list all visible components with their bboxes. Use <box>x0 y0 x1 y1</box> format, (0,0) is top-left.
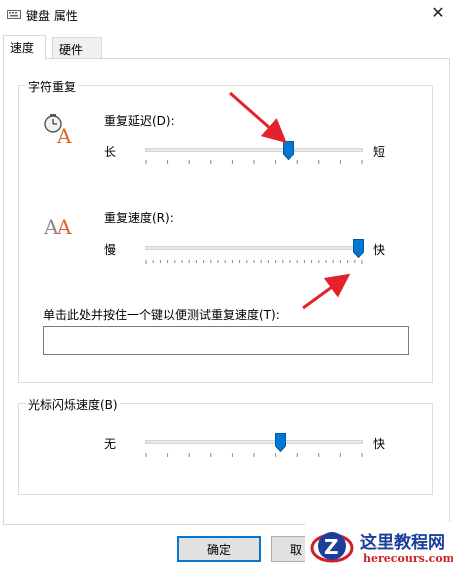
keyboard-icon <box>7 10 21 19</box>
repeat-rate-track[interactable] <box>145 246 363 250</box>
repeat-delay-label: 重复延迟(D): <box>104 114 175 128</box>
svg-text:Z: Z <box>324 535 339 559</box>
ok-button[interactable]: 确定 <box>177 536 261 562</box>
repeat-test-label: 单击此处并按住一个键以便测试重复速度(T): <box>43 308 280 322</box>
tab-speed[interactable]: 速度 <box>3 35 46 60</box>
cursor-blink-slider-thumb[interactable] <box>274 433 286 452</box>
close-icon: ✕ <box>431 2 445 22</box>
svg-text:A: A <box>56 124 72 146</box>
repeat-delay-max-label: 短 <box>373 145 386 159</box>
svg-text:A: A <box>56 215 72 238</box>
repeat-rate-ticks <box>145 260 363 264</box>
tab-hardware[interactable]: 硬件 <box>52 37 102 59</box>
watermark-subtitle: herecours.com <box>363 552 453 565</box>
close-button[interactable]: ✕ <box>423 0 453 24</box>
repeat-rate-max-label: 快 <box>373 243 386 257</box>
repeat-delay-slider-thumb[interactable] <box>283 141 295 160</box>
repeat-test-input[interactable] <box>43 326 409 355</box>
watermark-title: 这里教程网 <box>360 533 445 553</box>
repeat-rate-icon: A A <box>44 215 72 238</box>
repeat-delay-min-label: 长 <box>104 145 117 159</box>
cursor-blink-max-label: 快 <box>373 437 386 451</box>
repeat-delay-ticks <box>145 160 363 164</box>
cursor-blink-group: 光标闪烁速度(B) <box>18 396 433 495</box>
watermark: Z 这里教程网 herecours.com <box>305 522 453 570</box>
watermark-logo-icon: Z <box>310 532 354 563</box>
repeat-rate-slider-thumb[interactable] <box>353 239 365 258</box>
cursor-blink-track[interactable] <box>145 440 363 444</box>
window-title: 键盘 属性 <box>26 9 78 23</box>
char-repeat-group-label: 字符重复 <box>26 78 79 95</box>
cursor-blink-group-label: 光标闪烁速度(B) <box>26 396 120 413</box>
cursor-blink-ticks <box>145 453 363 457</box>
title-bar: 键盘 属性 ✕ <box>0 0 453 30</box>
repeat-rate-min-label: 慢 <box>104 243 117 257</box>
cursor-blink-min-label: 无 <box>104 437 117 451</box>
repeat-delay-track[interactable] <box>145 148 363 152</box>
repeat-rate-label: 重复速度(R): <box>104 211 174 225</box>
repeat-delay-icon: A <box>44 114 72 146</box>
